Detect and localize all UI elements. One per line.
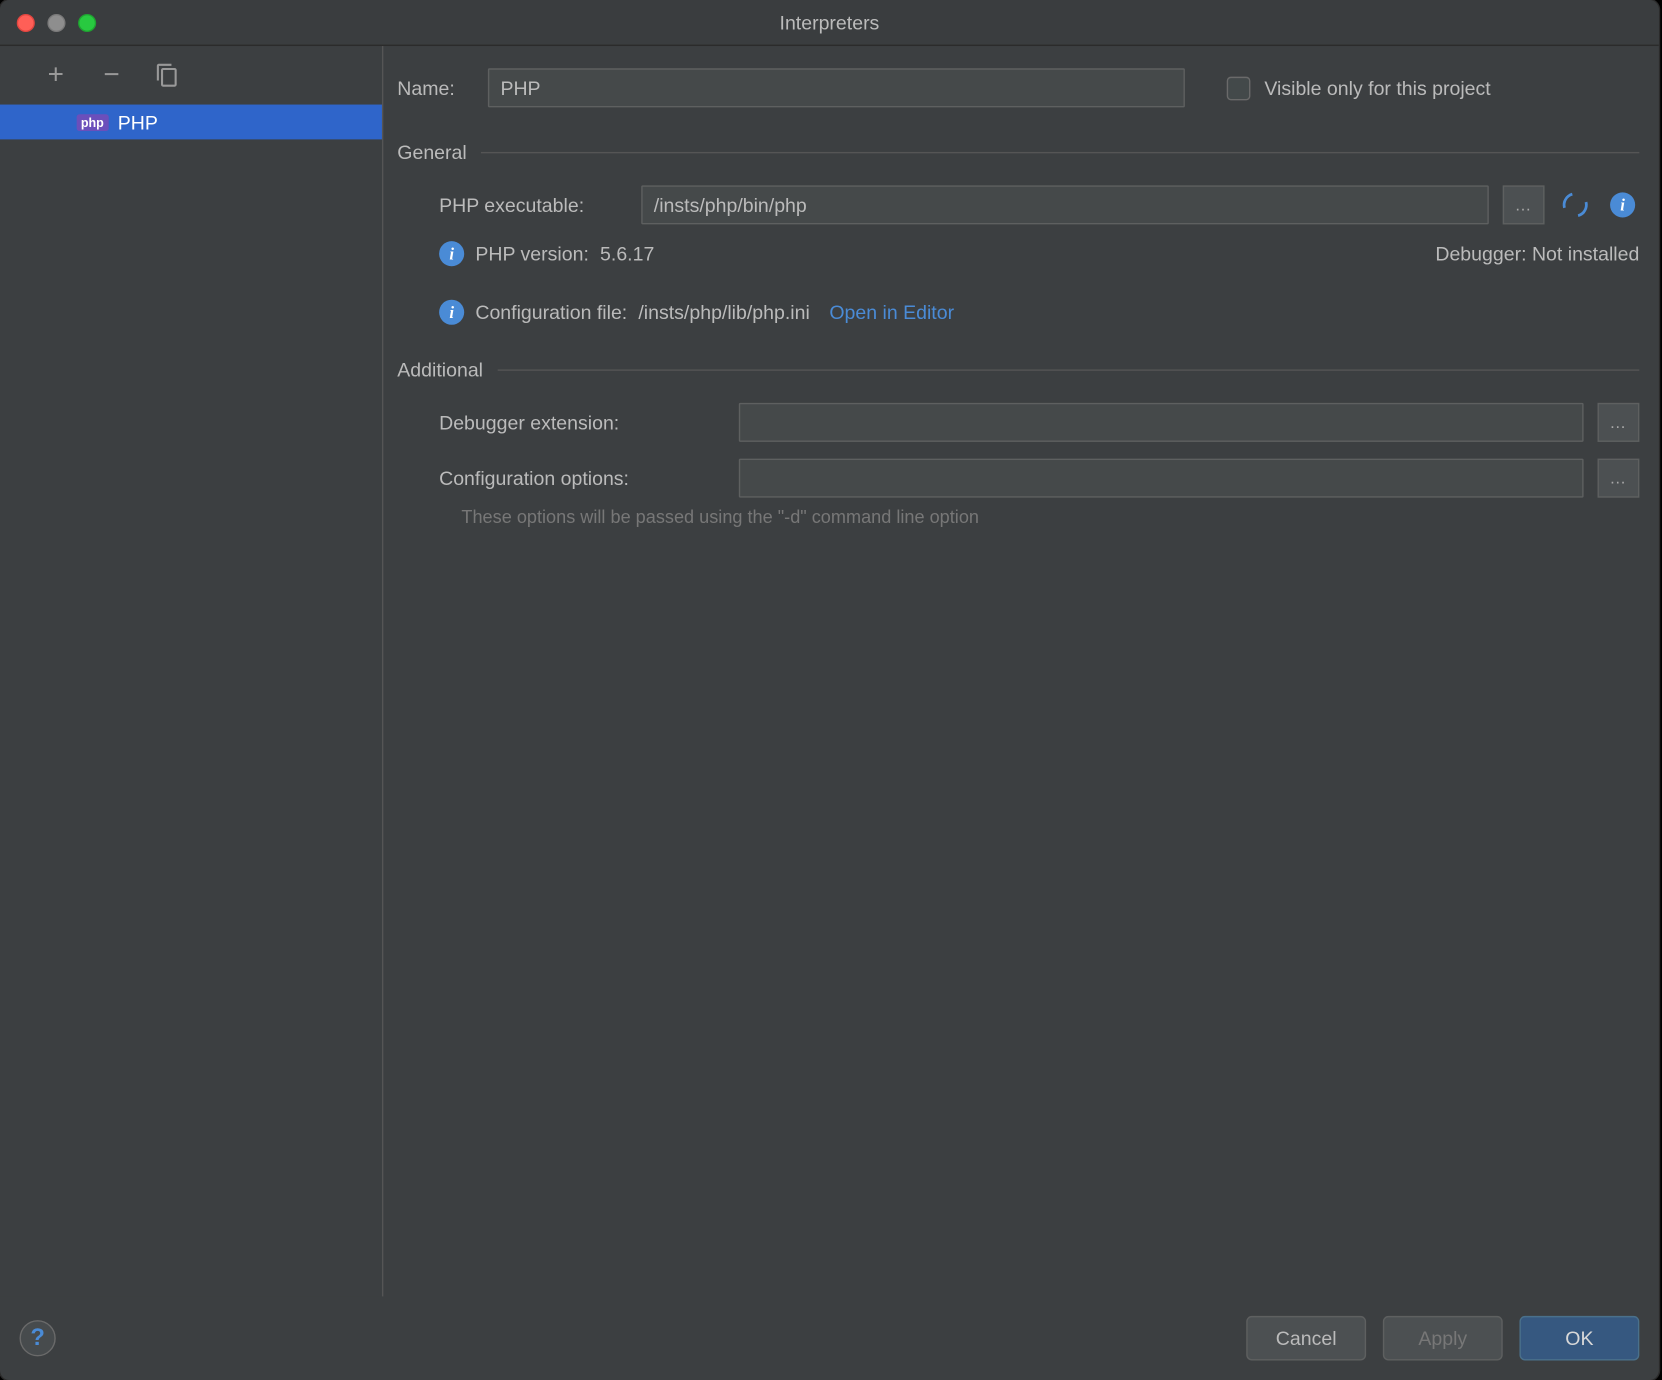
open-in-editor-link[interactable]: Open in Editor: [829, 301, 954, 323]
config-file-value: /insts/php/lib/php.ini: [638, 301, 809, 323]
debugger-extension-input[interactable]: [739, 403, 1584, 442]
maximize-window-button[interactable]: [78, 13, 96, 31]
name-label: Name:: [397, 77, 474, 99]
window-title: Interpreters: [0, 11, 1659, 33]
section-general: General: [397, 141, 1639, 163]
info-icon: i: [1610, 192, 1635, 217]
section-additional-label: Additional: [397, 358, 483, 380]
row-php-version: i PHP version: 5.6.17: [439, 241, 654, 266]
php-executable-label: PHP executable:: [439, 194, 627, 216]
ok-button[interactable]: OK: [1519, 1316, 1639, 1361]
info-icon: i: [439, 241, 464, 266]
php-executable-browse-button[interactable]: …: [1503, 185, 1545, 224]
divider: [497, 369, 1639, 370]
apply-button[interactable]: Apply: [1383, 1316, 1503, 1361]
config-file-label: Configuration file:: [475, 301, 627, 323]
debugger-extension-browse-button[interactable]: …: [1598, 403, 1640, 442]
php-icon: php: [77, 114, 108, 131]
info-icon: i: [439, 300, 464, 325]
divider: [481, 151, 1640, 152]
row-name: Name: Visible only for this project: [397, 68, 1639, 107]
debugger-value: Not installed: [1532, 243, 1639, 265]
config-options-input[interactable]: [739, 459, 1584, 498]
interpreter-list: php PHP: [0, 105, 382, 1297]
show-phpinfo-button[interactable]: i: [1606, 188, 1639, 221]
window-controls: [0, 13, 96, 31]
sidebar-toolbar: + −: [0, 46, 382, 105]
debugger-label: Debugger:: [1435, 243, 1526, 265]
help-button[interactable]: ?: [20, 1320, 56, 1356]
visible-only-checkbox[interactable]: [1227, 76, 1251, 100]
name-input[interactable]: [488, 68, 1185, 107]
row-config-file: i Configuration file: /insts/php/lib/php…: [439, 300, 1639, 325]
section-general-label: General: [397, 141, 466, 163]
config-options-hint: These options will be passed using the "…: [461, 506, 1639, 527]
php-executable-input[interactable]: [641, 185, 1489, 224]
form-panel: Name: Visible only for this project Gene…: [383, 46, 1659, 1296]
visible-only-label: Visible only for this project: [1264, 77, 1490, 99]
config-options-label: Configuration options:: [439, 467, 725, 489]
interpreters-dialog: Interpreters + − php PHP Name:: [0, 0, 1659, 1380]
reload-interpreter-button[interactable]: [1558, 188, 1591, 221]
copy-interpreter-button[interactable]: [153, 61, 181, 89]
cancel-button[interactable]: Cancel: [1246, 1316, 1366, 1361]
sidebar: + − php PHP: [0, 46, 383, 1296]
row-php-executable: PHP executable: … i: [439, 185, 1639, 224]
php-version-value: 5.6.17: [600, 243, 654, 265]
dialog-footer: ? Cancel Apply OK: [0, 1296, 1659, 1380]
php-version-label: PHP version:: [475, 243, 589, 265]
add-interpreter-button[interactable]: +: [42, 61, 70, 89]
section-additional: Additional: [397, 358, 1639, 380]
row-config-options: Configuration options: …: [439, 459, 1639, 498]
refresh-icon: [1558, 188, 1592, 222]
minimize-window-button[interactable]: [47, 13, 65, 31]
row-debugger-extension: Debugger extension: …: [439, 403, 1639, 442]
debugger-extension-label: Debugger extension:: [439, 411, 725, 433]
remove-interpreter-button[interactable]: −: [98, 61, 126, 89]
config-options-browse-button[interactable]: …: [1598, 459, 1640, 498]
sidebar-item-php[interactable]: php PHP: [0, 105, 382, 140]
dialog-body: + − php PHP Name: Visible only for this: [0, 46, 1659, 1296]
titlebar: Interpreters: [0, 0, 1659, 46]
debugger-status: Debugger: Not installed: [1435, 243, 1639, 265]
close-window-button[interactable]: [17, 13, 35, 31]
sidebar-item-label: PHP: [118, 111, 158, 133]
